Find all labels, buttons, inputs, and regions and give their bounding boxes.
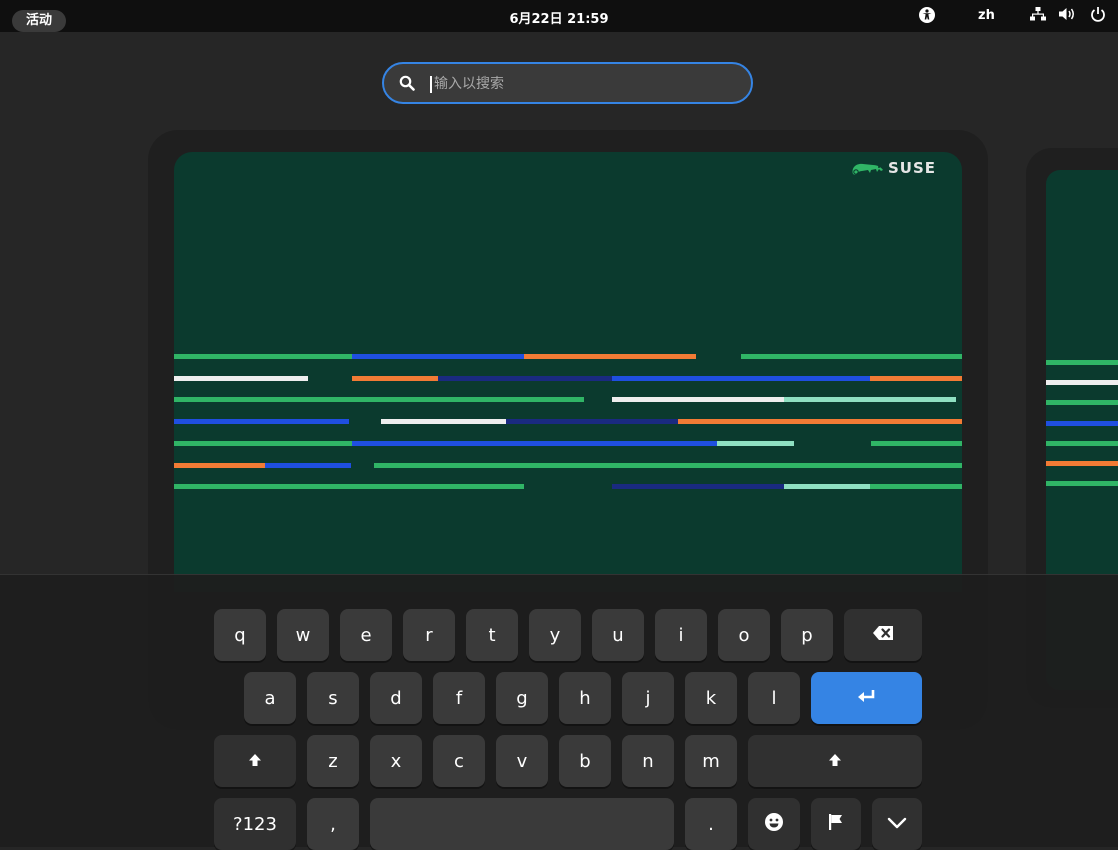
on-screen-keyboard: q w e r t y u i o p a s d f g h j k l z … xyxy=(0,574,1118,850)
key-x[interactable]: x xyxy=(370,735,422,787)
shift-icon xyxy=(248,751,262,772)
emoji-icon xyxy=(764,812,784,837)
shift-key-left[interactable] xyxy=(214,735,296,787)
language-key[interactable] xyxy=(811,798,861,850)
key-o[interactable]: o xyxy=(718,609,770,661)
key-f[interactable]: f xyxy=(433,672,485,724)
language-indicator[interactable]: zh xyxy=(978,6,995,26)
hide-keyboard-icon xyxy=(887,814,907,835)
flag-icon xyxy=(827,813,845,836)
key-a[interactable]: a xyxy=(244,672,296,724)
symbols-key[interactable]: ?123 xyxy=(214,798,296,850)
key-w[interactable]: w xyxy=(277,609,329,661)
hide-keyboard-key[interactable] xyxy=(872,798,922,850)
search-box[interactable] xyxy=(382,62,753,104)
key-k[interactable]: k xyxy=(685,672,737,724)
desktop-wallpaper: SUSE xyxy=(174,152,962,592)
key-e[interactable]: e xyxy=(340,609,392,661)
enter-icon xyxy=(857,688,877,709)
accessibility-icon[interactable] xyxy=(918,6,936,26)
key-z[interactable]: z xyxy=(307,735,359,787)
key-comma[interactable]: , xyxy=(307,798,359,850)
key-t[interactable]: t xyxy=(466,609,518,661)
search-input[interactable] xyxy=(434,73,734,95)
key-q[interactable]: q xyxy=(214,609,266,661)
key-g[interactable]: g xyxy=(496,672,548,724)
power-icon[interactable] xyxy=(1090,6,1106,26)
key-period[interactable]: . xyxy=(685,798,737,850)
key-y[interactable]: y xyxy=(529,609,581,661)
wallpaper-stripes xyxy=(174,354,962,489)
key-l[interactable]: l xyxy=(748,672,800,724)
emoji-key[interactable] xyxy=(748,798,800,850)
backspace-icon xyxy=(872,625,894,646)
key-j[interactable]: j xyxy=(622,672,674,724)
clock[interactable]: 6月22日 21:59 xyxy=(0,8,1118,27)
network-icon[interactable] xyxy=(1030,6,1046,26)
key-n[interactable]: n xyxy=(622,735,674,787)
key-b[interactable]: b xyxy=(559,735,611,787)
key-u[interactable]: u xyxy=(592,609,644,661)
space-key[interactable] xyxy=(370,798,674,850)
search-icon xyxy=(399,75,415,95)
key-p[interactable]: p xyxy=(781,609,833,661)
enter-key[interactable] xyxy=(811,672,922,724)
key-v[interactable]: v xyxy=(496,735,548,787)
key-d[interactable]: d xyxy=(370,672,422,724)
volume-icon[interactable] xyxy=(1058,6,1076,26)
key-i[interactable]: i xyxy=(655,609,707,661)
key-s[interactable]: s xyxy=(307,672,359,724)
shift-icon xyxy=(828,751,842,772)
text-caret xyxy=(430,76,432,93)
top-bar: 活动 6月22日 21:59 zh xyxy=(0,0,1118,32)
backspace-key[interactable] xyxy=(844,609,922,661)
shift-key-right[interactable] xyxy=(748,735,922,787)
key-c[interactable]: c xyxy=(433,735,485,787)
key-h[interactable]: h xyxy=(559,672,611,724)
key-r[interactable]: r xyxy=(403,609,455,661)
key-m[interactable]: m xyxy=(685,735,737,787)
